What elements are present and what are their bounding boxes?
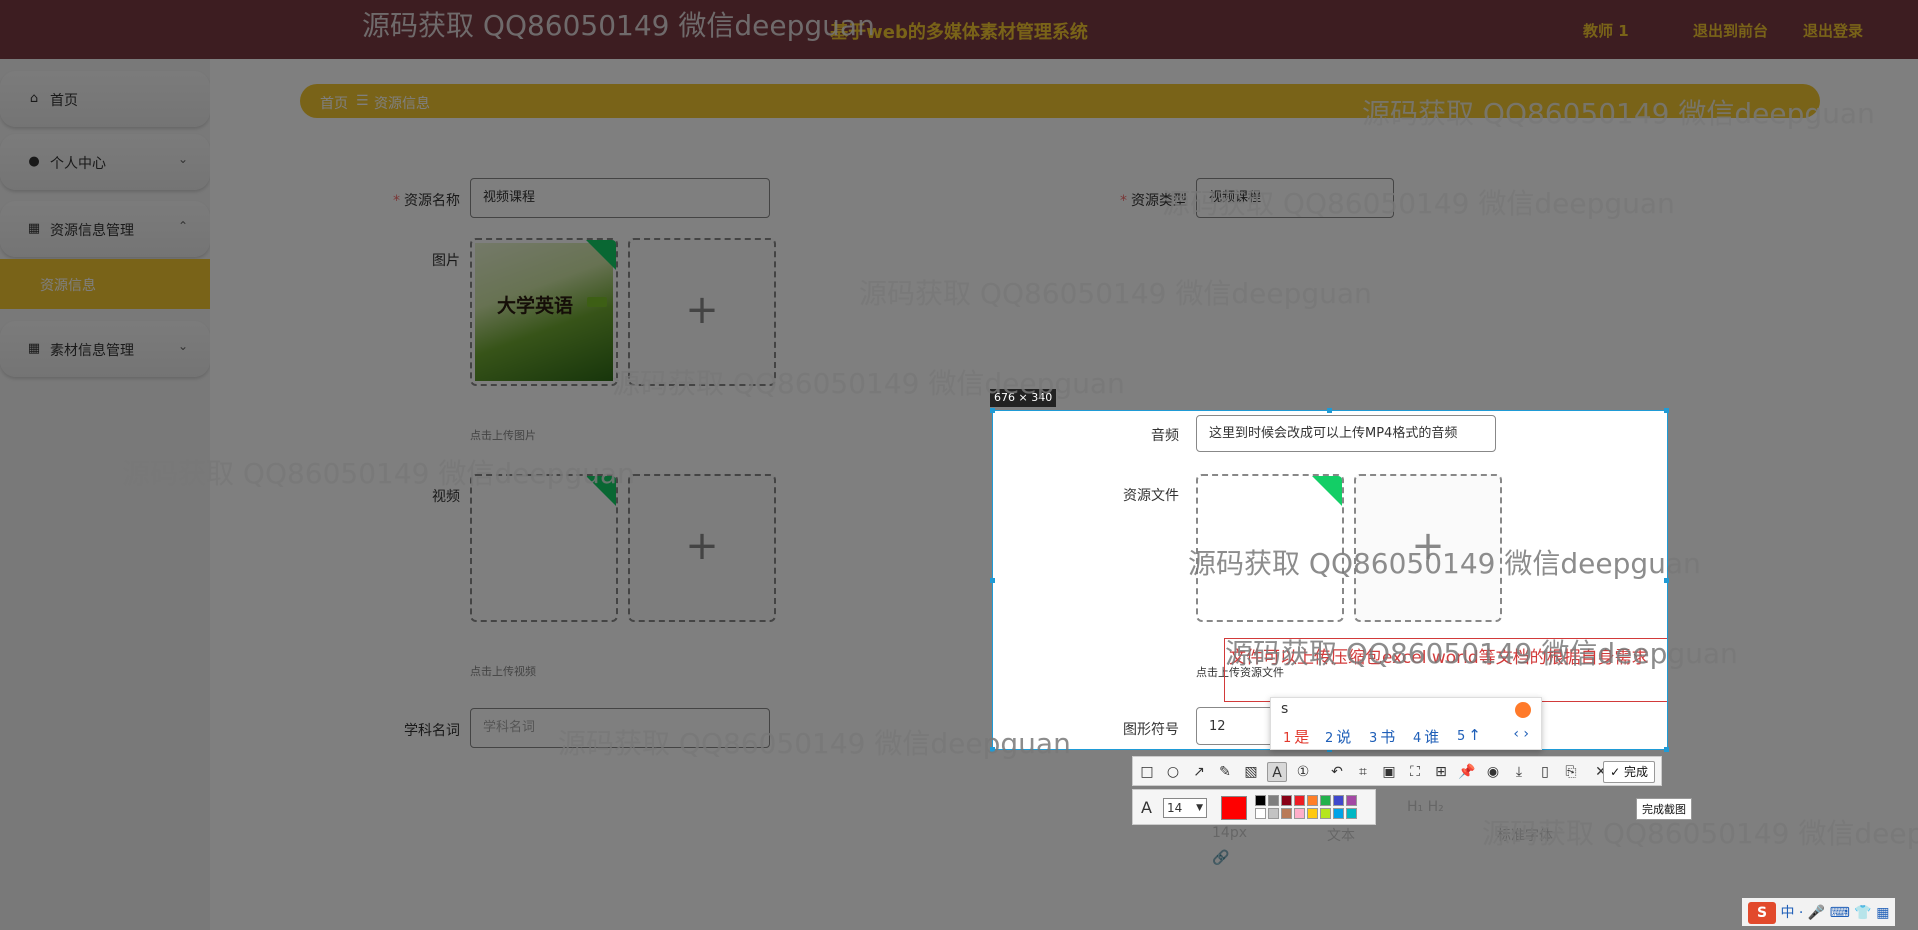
- text-annotation: 文件可以上传压缩包excel world等文档的根据自身需求: [1229, 648, 1649, 668]
- color-swatch[interactable]: [1268, 795, 1279, 806]
- resize-handle[interactable]: [1664, 578, 1669, 583]
- resource-file-upload-button[interactable]: +: [1354, 474, 1502, 622]
- color-swatch[interactable]: [1346, 795, 1357, 806]
- undo-icon[interactable]: ↶: [1327, 762, 1347, 782]
- ime-candidate[interactable]: 5 ↑: [1457, 726, 1481, 744]
- crop-icon[interactable]: ⌗: [1353, 762, 1373, 782]
- plus-icon: +: [1411, 523, 1445, 569]
- resize-handle[interactable]: [990, 578, 995, 583]
- ime-tray-icons[interactable]: 中 · 🎤 ⌨ 👕 ▦: [1780, 905, 1889, 921]
- number-tool-icon[interactable]: ①: [1293, 762, 1313, 782]
- pen-tool-icon[interactable]: ✎: [1215, 762, 1235, 782]
- color-swatch[interactable]: [1255, 795, 1266, 806]
- check-icon: ✓: [1610, 765, 1621, 779]
- ime-candidate-window: s 1是 2说 3书 4谁 5 ↑ ‹ ›: [1270, 697, 1542, 750]
- chevron-down-icon: ▼: [1196, 803, 1203, 813]
- system-tray: S 中 · 🎤 ⌨ 👕 ▦: [1742, 898, 1896, 926]
- color-swatch[interactable]: [1294, 795, 1305, 806]
- color-swatch[interactable]: [1333, 808, 1344, 819]
- ime-pager[interactable]: ‹ ›: [1513, 726, 1529, 742]
- text-options-bar: A 14 ▼: [1132, 789, 1376, 825]
- color-swatch[interactable]: [1307, 808, 1318, 819]
- selection-size-label: 676 × 340: [990, 389, 1057, 407]
- font-icon: A: [1141, 798, 1152, 817]
- ime-composition: s: [1281, 701, 1289, 717]
- scan-icon[interactable]: ⛶: [1405, 762, 1425, 782]
- color-swatch[interactable]: [1268, 808, 1279, 819]
- color-swatch[interactable]: [1255, 808, 1266, 819]
- symbol-input[interactable]: 12: [1196, 707, 1276, 745]
- ime-logo-icon: [1515, 702, 1531, 718]
- font-size-select[interactable]: 14 ▼: [1163, 798, 1207, 818]
- resource-file-thumbnail[interactable]: [1196, 474, 1344, 622]
- resize-handle[interactable]: [1327, 408, 1332, 413]
- resize-handle[interactable]: [1664, 408, 1669, 413]
- symbol-label: 图形符号: [1123, 722, 1179, 738]
- color-swatch[interactable]: [1333, 795, 1344, 806]
- ime-candidate[interactable]: 1是: [1283, 726, 1309, 747]
- color-swatch[interactable]: [1307, 795, 1318, 806]
- ocr-icon[interactable]: ▣: [1379, 762, 1399, 782]
- color-swatch[interactable]: [1346, 808, 1357, 819]
- color-swatch[interactable]: [1294, 808, 1305, 819]
- resize-handle[interactable]: [1664, 747, 1669, 752]
- bookmark-icon[interactable]: ⎘: [1561, 762, 1581, 782]
- resize-handle[interactable]: [990, 408, 995, 413]
- pin-icon[interactable]: 📌: [1457, 762, 1477, 782]
- done-button[interactable]: ✓ 完成: [1603, 761, 1655, 783]
- arrow-tool-icon[interactable]: ↗: [1189, 762, 1209, 782]
- phone-icon[interactable]: ▯: [1535, 762, 1555, 782]
- sogou-ime-icon[interactable]: S: [1748, 902, 1776, 924]
- text-annotation-box[interactable]: 文件可以上传压缩包excel world等文档的根据自身需求: [1224, 638, 1667, 702]
- color-swatch[interactable]: [1320, 808, 1331, 819]
- current-color-swatch[interactable]: [1221, 796, 1247, 820]
- ime-candidate[interactable]: 2说: [1325, 726, 1351, 747]
- color-swatch[interactable]: [1281, 808, 1292, 819]
- ime-candidate[interactable]: 3书: [1369, 726, 1395, 747]
- audio-input[interactable]: 这里到时候会改成可以上传MP4格式的音频: [1196, 415, 1496, 452]
- ellipse-tool-icon[interactable]: ○: [1163, 762, 1183, 782]
- download-icon[interactable]: ⤓: [1509, 762, 1529, 782]
- ime-candidate[interactable]: 4谁: [1413, 726, 1439, 747]
- color-swatch[interactable]: [1320, 795, 1331, 806]
- uploaded-check-icon: [1312, 476, 1342, 506]
- translate-icon[interactable]: ⊞: [1431, 762, 1451, 782]
- audio-label: 音频: [1151, 428, 1179, 444]
- mosaic-tool-icon[interactable]: ▧: [1241, 762, 1261, 782]
- color-swatch[interactable]: [1281, 795, 1292, 806]
- resize-handle[interactable]: [990, 747, 995, 752]
- done-tooltip: 完成截图: [1636, 798, 1692, 820]
- record-icon[interactable]: ◉: [1483, 762, 1503, 782]
- resource-file-label: 资源文件: [1123, 488, 1179, 504]
- text-tool-icon[interactable]: A: [1267, 762, 1287, 782]
- rectangle-tool-icon[interactable]: □: [1137, 762, 1157, 782]
- screenshot-toolbar: □ ○ ↗ ✎ ▧ A ① ↶ ⌗ ▣ ⛶ ⊞ 📌 ◉ ⤓ ▯ ⎘ ✕ ✓ 完成: [1132, 756, 1662, 786]
